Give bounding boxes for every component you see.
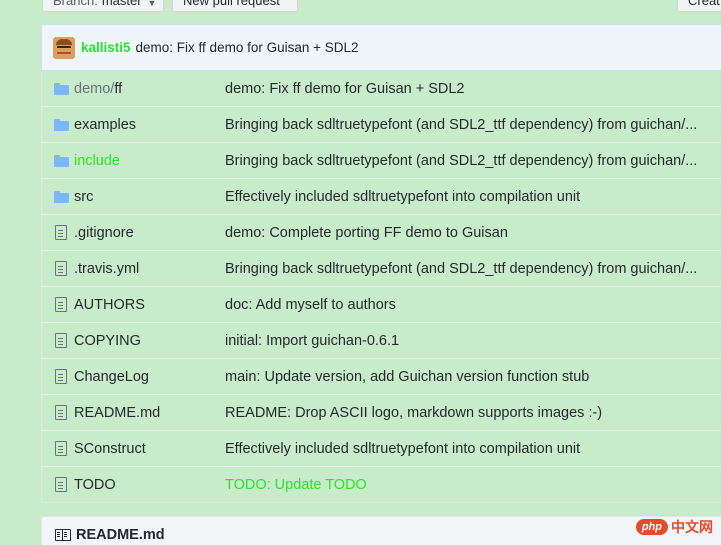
file-icon-cell <box>42 441 74 456</box>
commit-message-link[interactable]: main: Update version, add Guichan versio… <box>225 369 721 385</box>
commit-message-link[interactable]: Effectively included sdltruetypefont int… <box>225 441 721 457</box>
file-row: .travis.yml Bringing back sdltruetypefont… <box>41 251 721 287</box>
file-text-icon <box>55 297 67 312</box>
file-icon-cell <box>42 82 74 95</box>
book-icon <box>55 529 71 541</box>
file-icon-cell <box>42 154 74 167</box>
commit-message-link[interactable]: Bringing back sdltruetypefont (and SDL2_… <box>225 117 721 133</box>
file-icon-cell <box>42 477 74 492</box>
latest-commit-bar: kallisti5 demo: Fix ff demo for Guisan +… <box>41 24 721 71</box>
file-name-link[interactable]: demo/ff <box>74 81 225 97</box>
avatar[interactable] <box>53 36 75 59</box>
file-name-link[interactable]: README.md <box>74 405 225 421</box>
file-row: src Effectively included sdltruetypefont … <box>41 179 721 215</box>
branch-select-button[interactable]: Branch: master ▼ <box>42 0 164 12</box>
file-name-link[interactable]: .gitignore <box>74 225 225 241</box>
branch-label: Branch: <box>53 0 98 8</box>
file-name-link[interactable]: examples <box>74 117 225 133</box>
file-text-icon <box>55 369 67 384</box>
file-name[interactable]: AUTHORS <box>74 297 145 313</box>
new-pull-request-button[interactable]: New pull request <box>172 0 298 12</box>
file-name-prefix[interactable]: demo/ <box>74 81 114 97</box>
file-name[interactable]: TODO <box>74 477 116 493</box>
file-icon-cell <box>42 405 74 420</box>
commit-author-link[interactable]: kallisti5 <box>81 40 131 55</box>
file-row: AUTHORS doc: Add myself to authors <box>41 287 721 323</box>
commit-message-link[interactable]: demo: Complete porting FF demo to Guisan <box>225 225 721 241</box>
file-row: examples Bringing back sdltruetypefont (a… <box>41 107 721 143</box>
commit-message-link[interactable]: README: Drop ASCII logo, markdown suppor… <box>225 405 721 421</box>
chevron-down-icon: ▼ <box>147 0 157 8</box>
file-name-link[interactable]: src <box>74 189 225 205</box>
commit-message-link[interactable]: Bringing back sdltruetypefont (and SDL2_… <box>225 261 721 277</box>
file-name[interactable]: .gitignore <box>74 225 134 241</box>
folder-icon <box>53 154 69 167</box>
create-new-file-button[interactable]: Creat <box>677 0 721 12</box>
commit-message-link[interactable]: demo: Fix ff demo for Guisan + SDL2 <box>225 81 721 97</box>
file-row: demo/ff demo: Fix ff demo for Guisan + SD… <box>41 71 721 107</box>
file-name[interactable]: examples <box>74 117 136 133</box>
file-row: .gitignore demo: Complete porting FF demo… <box>41 215 721 251</box>
file-name[interactable]: .travis.yml <box>74 261 139 277</box>
commit-message-link[interactable]: initial: Import guichan-0.6.1 <box>225 333 721 349</box>
watermark-badge: php <box>635 519 668 535</box>
file-name-link[interactable]: COPYING <box>74 333 225 349</box>
file-name[interactable]: SConstruct <box>74 441 146 457</box>
commit-message-link[interactable]: demo: Fix ff demo for Guisan + SDL2 <box>136 40 359 55</box>
file-row: COPYING initial: Import guichan-0.6.1 <box>41 323 721 359</box>
file-name-link[interactable]: TODO <box>74 477 225 493</box>
file-name-link[interactable]: SConstruct <box>74 441 225 457</box>
file-name-link[interactable]: .travis.yml <box>74 261 225 277</box>
file-row: README.md README: Drop ASCII logo, markdo… <box>41 395 721 431</box>
file-name-link[interactable]: AUTHORS <box>74 297 225 313</box>
file-text-icon <box>55 405 67 420</box>
file-icon-cell <box>42 190 74 203</box>
readme-header: README.md <box>41 516 721 545</box>
readme-title: README.md <box>76 527 165 543</box>
file-icon-cell <box>42 297 74 312</box>
file-icon-cell <box>42 225 74 240</box>
commit-message-link[interactable]: doc: Add myself to authors <box>225 297 721 313</box>
file-text-icon <box>55 225 67 240</box>
file-icon-cell <box>42 261 74 276</box>
file-name[interactable]: src <box>74 189 93 205</box>
file-icon-cell <box>42 369 74 384</box>
file-icon-cell <box>42 333 74 348</box>
file-name-link[interactable]: include <box>74 153 225 169</box>
file-row: include Bringing back sdltruetypefont (an… <box>41 143 721 179</box>
file-list: demo/ff demo: Fix ff demo for Guisan + SD… <box>41 71 721 503</box>
file-text-icon <box>55 477 67 492</box>
commit-message-link[interactable]: Bringing back sdltruetypefont (and SDL2_… <box>225 153 721 169</box>
file-icon-cell <box>42 118 74 131</box>
branch-value: master <box>101 0 142 8</box>
file-name[interactable]: ChangeLog <box>74 369 149 385</box>
file-name[interactable]: README.md <box>74 405 160 421</box>
file-row: TODO TODO: Update TODO <box>41 467 721 503</box>
commit-message-link[interactable]: TODO: Update TODO <box>225 477 721 493</box>
file-text-icon <box>55 333 67 348</box>
watermark-text: 中文网 <box>671 519 713 535</box>
file-text-icon <box>55 441 67 456</box>
folder-icon <box>53 118 69 131</box>
commit-message-link[interactable]: Effectively included sdltruetypefont int… <box>225 189 721 205</box>
folder-icon <box>53 190 69 203</box>
file-name[interactable]: include <box>74 153 120 169</box>
file-name-link[interactable]: ChangeLog <box>74 369 225 385</box>
watermark: php 中文网 <box>635 517 713 537</box>
file-row: ChangeLog main: Update version, add Guich… <box>41 359 721 395</box>
file-name[interactable]: ff <box>114 81 122 97</box>
top-toolbar: Branch: master ▼ New pull request Creat <box>0 0 721 12</box>
file-row: SConstruct Effectively included sdltruety… <box>41 431 721 467</box>
folder-icon <box>53 82 69 95</box>
file-name[interactable]: COPYING <box>74 333 141 349</box>
file-text-icon <box>55 261 67 276</box>
